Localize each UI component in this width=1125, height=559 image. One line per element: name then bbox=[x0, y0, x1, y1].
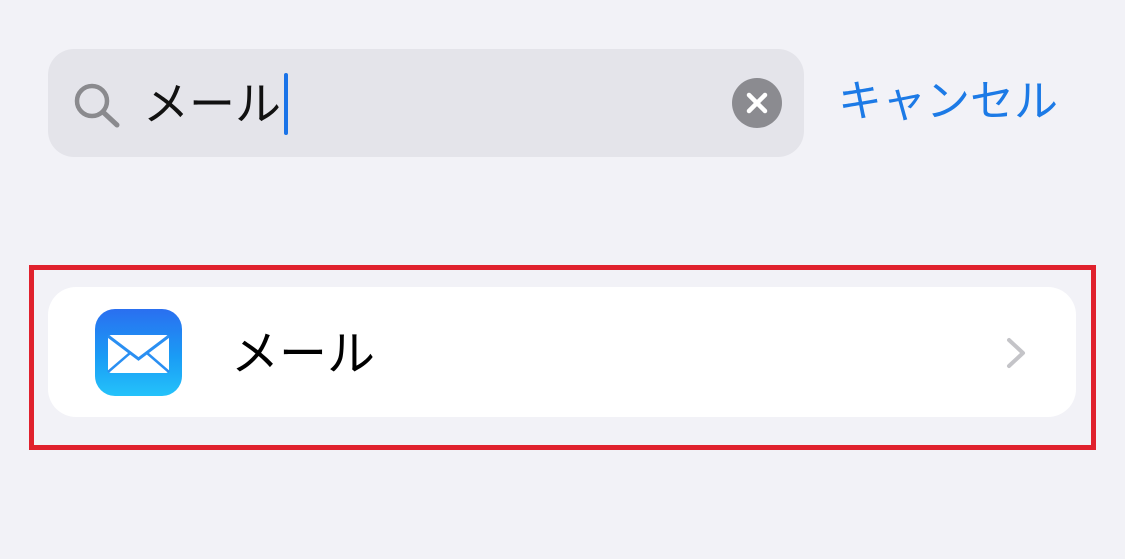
cancel-button[interactable]: キャンセル bbox=[838, 70, 1058, 134]
search-icon bbox=[74, 83, 120, 128]
highlight-box bbox=[29, 265, 1096, 450]
search-query-text: メール bbox=[143, 77, 281, 131]
text-cursor bbox=[284, 73, 288, 135]
search-input[interactable]: メール bbox=[143, 72, 288, 136]
clear-x-icon bbox=[746, 92, 768, 114]
clear-search-button[interactable] bbox=[732, 78, 782, 128]
